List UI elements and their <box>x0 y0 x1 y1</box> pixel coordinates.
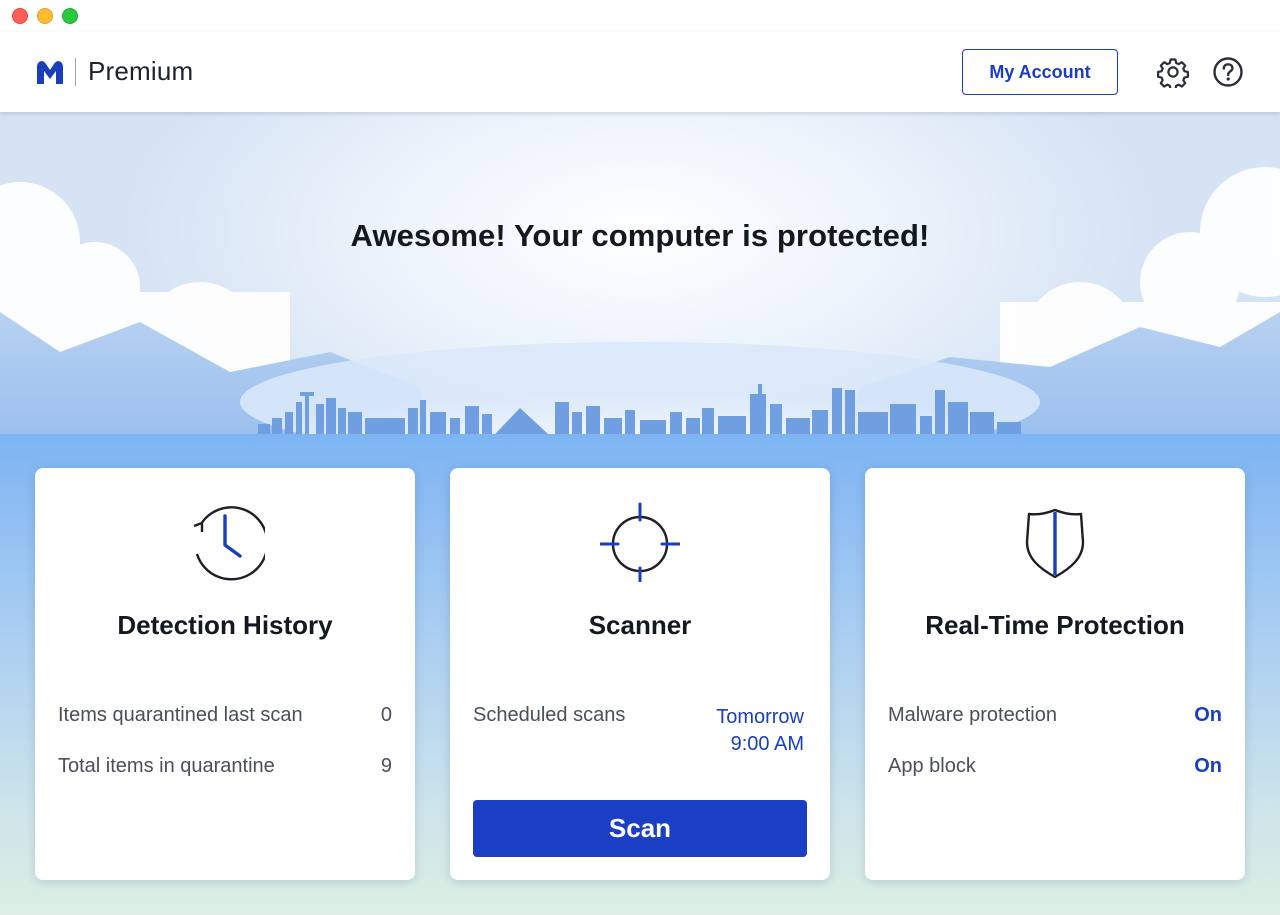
items-quarantined-last-scan-label: Items quarantined last scan <box>58 704 303 727</box>
malwarebytes-logo-icon <box>34 58 66 86</box>
detection-history-title: Detection History <box>35 610 415 641</box>
real-time-protection-card[interactable]: Real-Time Protection Malware protection … <box>865 468 1245 880</box>
shield-icon <box>1015 502 1095 582</box>
crosshair-icon <box>600 502 680 582</box>
scheduled-scans-value[interactable]: Tomorrow 9:00 AM <box>716 704 804 758</box>
my-account-button[interactable]: My Account <box>962 49 1118 95</box>
close-window-button[interactable] <box>12 8 28 24</box>
scheduled-scans-label: Scheduled scans <box>473 704 625 727</box>
app-block-status[interactable]: On <box>1194 755 1222 778</box>
help-icon[interactable] <box>1212 56 1244 88</box>
hero-banner: Awesome! Your computer is protected! <box>0 112 1280 434</box>
window-titlebar <box>0 0 1280 32</box>
clock-history-icon <box>185 502 265 582</box>
app-header: Premium My Account <box>0 32 1280 112</box>
gear-icon[interactable] <box>1157 56 1189 88</box>
malware-protection-label: Malware protection <box>888 704 1057 727</box>
scan-button[interactable]: Scan <box>473 800 807 857</box>
malware-protection-status[interactable]: On <box>1194 704 1222 727</box>
logo-divider <box>75 58 76 86</box>
scanner-title: Scanner <box>450 610 830 641</box>
items-quarantined-last-scan-value: 0 <box>381 704 392 727</box>
zoom-window-button[interactable] <box>62 8 78 24</box>
city-skyline-illustration <box>0 112 1280 434</box>
scheduled-scans-time: 9:00 AM <box>716 731 804 758</box>
real-time-protection-title: Real-Time Protection <box>865 610 1245 641</box>
scanner-card[interactable]: Scanner Scheduled scans Tomorrow 9:00 AM… <box>450 468 830 880</box>
total-items-in-quarantine-label: Total items in quarantine <box>58 755 275 778</box>
product-name: Premium <box>88 56 193 87</box>
scheduled-scans-day: Tomorrow <box>716 704 804 731</box>
total-items-in-quarantine-value: 9 <box>381 755 392 778</box>
detection-history-card[interactable]: Detection History Items quarantined last… <box>35 468 415 880</box>
minimize-window-button[interactable] <box>37 8 53 24</box>
protection-status-message: Awesome! Your computer is protected! <box>0 218 1280 254</box>
app-block-label: App block <box>888 755 976 778</box>
